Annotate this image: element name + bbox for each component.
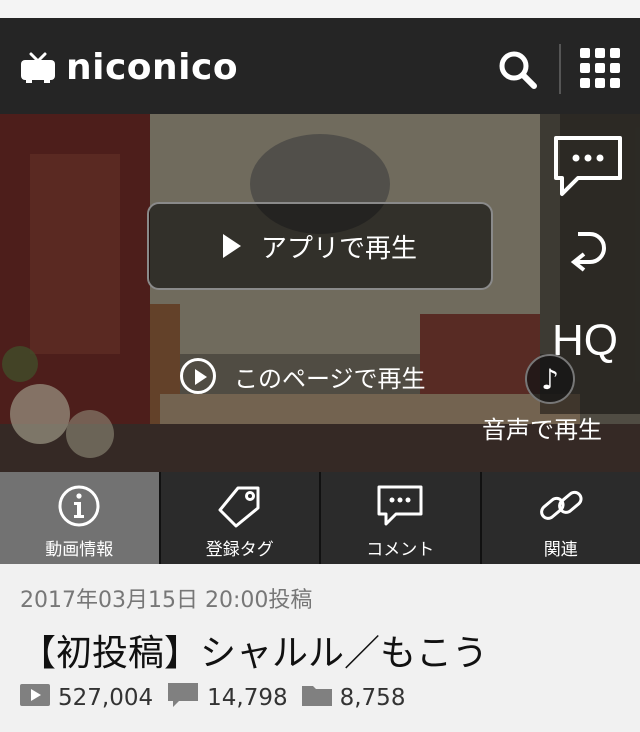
- video-title: 【初投稿】シャルル／もこう: [20, 633, 489, 674]
- folder-icon: [301, 683, 332, 713]
- tab-label: 登録タグ: [205, 540, 274, 560]
- logo-text: niconico: [66, 47, 239, 88]
- play-in-app-label: アプリで再生: [260, 233, 417, 264]
- audio-play-label[interactable]: 音声で再生: [482, 410, 602, 445]
- niconico-logo[interactable]: niconico: [20, 48, 238, 88]
- play-circle-icon: [180, 358, 216, 394]
- video-tabs: 動画情報 登録タグ コメント 関連: [0, 472, 640, 564]
- comment-bubble-icon[interactable]: [552, 134, 624, 200]
- play-on-page-button[interactable]: このページで再生: [180, 356, 426, 396]
- status-bar: [0, 0, 640, 18]
- play-triangle-icon: [222, 234, 241, 258]
- grid-menu-icon[interactable]: [576, 44, 624, 92]
- info-icon: [55, 484, 103, 528]
- tab-label: 関連: [543, 540, 578, 560]
- post-date: 2017年03月15日 20:00投稿: [20, 588, 313, 613]
- video-stats: 527,004 14,798 8,758: [20, 682, 419, 714]
- view-count: 527,004: [58, 685, 154, 711]
- play-in-app-button[interactable]: アプリで再生: [147, 202, 493, 290]
- search-icon[interactable]: [494, 46, 542, 94]
- tv-logo-icon: [20, 52, 56, 84]
- tab-comments[interactable]: コメント: [321, 472, 482, 564]
- video-info: 2017年03月15日 20:00投稿 【初投稿】シャルル／もこう 527,00…: [0, 564, 640, 732]
- tab-label: 動画情報: [45, 540, 114, 560]
- music-note-icon[interactable]: ♪: [525, 354, 575, 404]
- tab-video-info[interactable]: 動画情報: [0, 472, 161, 564]
- tab-label: コメント: [366, 540, 435, 560]
- loop-arrow-icon[interactable]: [568, 226, 612, 278]
- site-header: niconico: [0, 18, 640, 114]
- comment-count: 14,798: [207, 685, 288, 711]
- play-on-page-label: このページで再生: [234, 364, 426, 393]
- link-icon: [537, 484, 585, 528]
- tab-related[interactable]: 関連: [482, 472, 640, 564]
- comment-icon: [376, 484, 424, 528]
- tag-icon: [216, 484, 264, 528]
- comment-count-icon: [167, 682, 199, 714]
- tab-tags[interactable]: 登録タグ: [161, 472, 321, 564]
- video-player[interactable]: アプリで再生 このページで再生 HQ ♪ 音声で再生: [0, 114, 640, 472]
- header-divider: [559, 44, 561, 94]
- mylist-count: 8,758: [339, 685, 406, 711]
- view-count-icon: [20, 683, 50, 713]
